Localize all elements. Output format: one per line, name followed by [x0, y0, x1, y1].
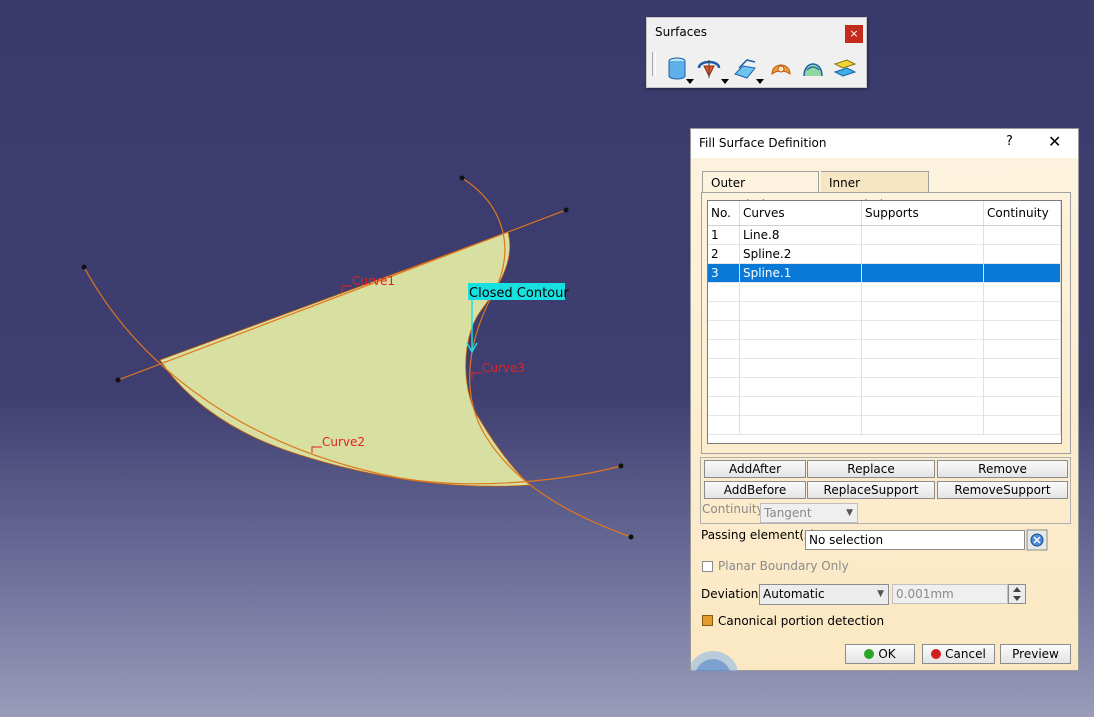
dialog-close-button[interactable]: ✕ [1048, 132, 1061, 151]
deviation-stepper[interactable] [1008, 584, 1026, 604]
ok-label: OK [878, 647, 896, 661]
table-row-empty[interactable] [708, 416, 1061, 435]
extrude-dropdown-arrow[interactable] [686, 79, 694, 84]
add-before-button[interactable]: AddBefore [704, 481, 806, 499]
curve3-label[interactable]: Curve3 [482, 361, 525, 375]
remove-button[interactable]: Remove [937, 460, 1068, 478]
table-row-empty[interactable] [708, 302, 1061, 321]
endpoint[interactable] [81, 264, 87, 270]
endpoint[interactable] [563, 207, 569, 213]
deviation-label: Deviation: [701, 587, 763, 601]
table-row[interactable]: 2 Spline.2 [708, 245, 1061, 264]
canonical-portion-checkbox[interactable] [702, 615, 713, 626]
row-no: 1 [708, 226, 740, 245]
continuity-value: Tangent [764, 506, 812, 520]
row-continuity [984, 226, 1061, 245]
deviation-value-field[interactable]: 0.001mm [892, 584, 1008, 604]
dialog-titlebar[interactable]: Fill Surface Definition ? ✕ [691, 129, 1078, 158]
boundaries-table[interactable]: No. Curves Supports Continuity 1 Line.8 … [707, 200, 1062, 444]
endpoint[interactable] [618, 463, 624, 469]
row-continuity [984, 264, 1061, 283]
cancel-icon [931, 649, 942, 659]
toolbar-title: Surfaces [655, 25, 707, 39]
cancel-label: Cancel [945, 647, 986, 661]
continuity-label: Continuity: [702, 502, 767, 516]
remove-support-button[interactable]: RemoveSupport [937, 481, 1068, 499]
surfaces-toolbar[interactable]: Surfaces × [646, 17, 867, 88]
chevron-down-icon: ▼ [877, 589, 884, 599]
table-row-empty[interactable] [708, 397, 1061, 416]
blend-icon[interactable] [833, 56, 857, 82]
revolve-icon[interactable] [697, 56, 721, 82]
endpoint[interactable] [628, 534, 634, 540]
fill-surface-dialog[interactable]: Fill Surface Definition ? ✕ Outer Bounda… [690, 128, 1079, 671]
deviation-mode-value: Automatic [763, 587, 825, 601]
catia-globe-icon [691, 651, 737, 671]
row-curve: Line.8 [740, 226, 862, 245]
row-support [862, 245, 984, 264]
continuity-select[interactable]: Tangent ▼ [760, 503, 858, 523]
header-continuity[interactable]: Continuity [984, 201, 1061, 225]
row-support [862, 226, 984, 245]
ok-button[interactable]: OK [845, 644, 915, 664]
planar-boundary-checkbox[interactable] [702, 561, 713, 572]
row-curve: Spline.2 [740, 245, 862, 264]
table-row-empty[interactable] [708, 283, 1061, 302]
chevron-down-icon: ▼ [846, 508, 853, 518]
add-after-button[interactable]: AddAfter [704, 460, 806, 478]
header-supports[interactable]: Supports [862, 201, 984, 225]
row-support [862, 264, 984, 283]
row-no: 2 [708, 245, 740, 264]
offset-dropdown-arrow[interactable] [756, 79, 764, 84]
closed-contour-label: Closed Contour [469, 286, 569, 301]
deviation-mode-select[interactable]: Automatic ▼ [759, 584, 889, 605]
table-row-empty[interactable] [708, 321, 1061, 340]
table-row-empty[interactable] [708, 378, 1061, 397]
table-row-selected[interactable]: 3 Spline.1 [708, 264, 1061, 283]
curve3-leader [471, 372, 482, 379]
curve1-label[interactable]: Curve1 [352, 274, 395, 288]
replace-button[interactable]: Replace [807, 460, 935, 478]
cancel-button[interactable]: Cancel [922, 644, 995, 664]
header-curves[interactable]: Curves [740, 201, 862, 225]
endpoint[interactable] [115, 377, 121, 383]
canonical-portion-label: Canonical portion detection [718, 614, 885, 628]
table-row-empty[interactable] [708, 340, 1061, 359]
fill-icon[interactable] [769, 56, 793, 82]
passing-elements-value: No selection [809, 533, 884, 547]
toolbar-close-button[interactable]: × [845, 25, 863, 43]
deviation-value: 0.001mm [896, 587, 954, 601]
passing-elements-label: Passing element(s): [701, 528, 820, 542]
row-continuity [984, 245, 1061, 264]
table-row[interactable]: 1 Line.8 [708, 226, 1061, 245]
revolve-dropdown-arrow[interactable] [721, 79, 729, 84]
multi-section-icon[interactable] [801, 56, 825, 82]
table-row-empty[interactable] [708, 359, 1061, 378]
stepper-up-icon[interactable] [1013, 587, 1021, 592]
table-header: No. Curves Supports Continuity [708, 201, 1061, 226]
tab-outer-boundaries[interactable]: Outer Boundaries [702, 171, 819, 212]
tab-inner-boundaries[interactable]: Inner Boundaries [821, 171, 929, 212]
row-no: 3 [708, 264, 740, 283]
selection-tool-icon[interactable] [1026, 529, 1048, 551]
ok-icon [864, 649, 875, 659]
row-curve: Spline.1 [740, 264, 862, 283]
toolbar-grip[interactable] [652, 52, 656, 76]
header-no[interactable]: No. [708, 201, 740, 225]
stepper-down-icon[interactable] [1013, 596, 1021, 601]
curve2-label[interactable]: Curve2 [322, 435, 365, 449]
replace-support-button[interactable]: ReplaceSupport [807, 481, 935, 499]
preview-button[interactable]: Preview [1000, 644, 1071, 664]
endpoint[interactable] [459, 175, 465, 181]
help-button[interactable]: ? [1006, 134, 1013, 149]
offset-icon[interactable] [733, 56, 757, 82]
dialog-title: Fill Surface Definition [699, 136, 827, 150]
planar-boundary-label: Planar Boundary Only [718, 559, 849, 573]
passing-elements-field[interactable]: No selection [805, 530, 1025, 550]
